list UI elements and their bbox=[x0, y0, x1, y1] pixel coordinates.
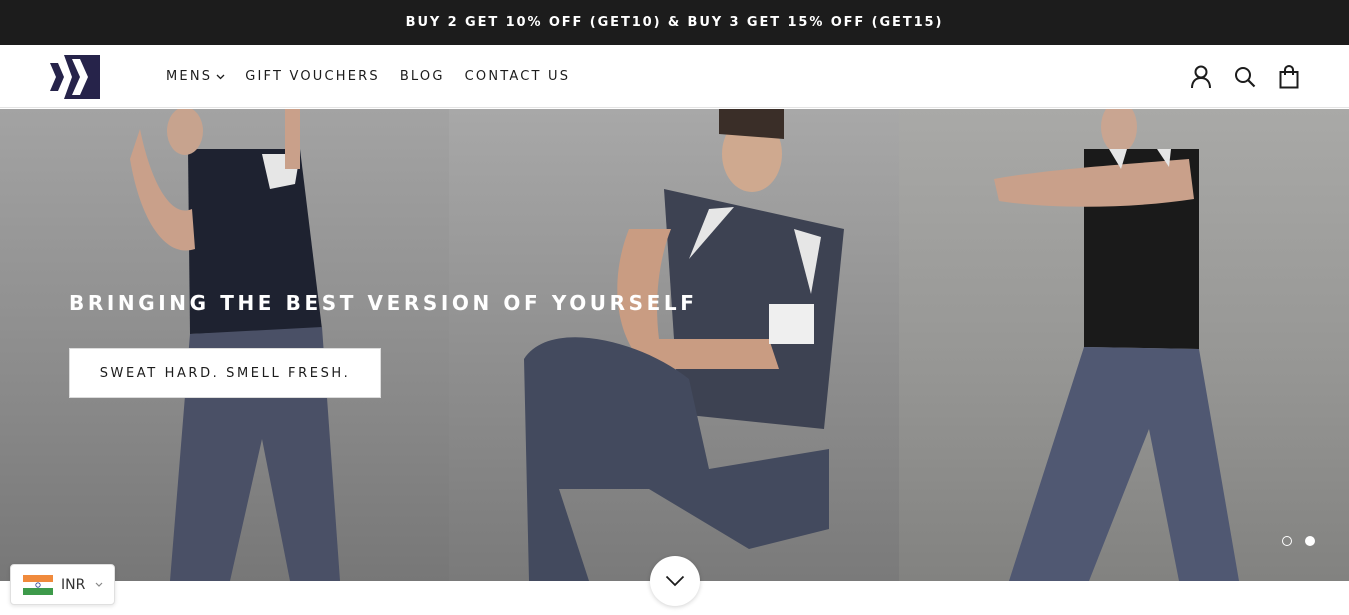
nav-item-label: GIFT VOUCHERS bbox=[245, 69, 380, 84]
announcement-bar: BUY 2 GET 10% OFF (GET10) & BUY 3 GET 15… bbox=[0, 0, 1349, 45]
chevron-down-icon bbox=[665, 575, 685, 587]
nav-item-label: CONTACT US bbox=[464, 69, 571, 84]
cart-icon[interactable] bbox=[1277, 64, 1301, 89]
currency-selector[interactable]: INR bbox=[10, 564, 115, 605]
hero-cta-button[interactable]: SWEAT HARD. SMELL FRESH. bbox=[69, 348, 381, 398]
account-icon[interactable] bbox=[1189, 65, 1213, 89]
hero-heading: BRINGING THE BEST VERSION OF YOURSELF bbox=[69, 291, 698, 315]
announcement-text: BUY 2 GET 10% OFF (GET10) & BUY 3 GET 15… bbox=[405, 15, 944, 30]
hero-image-panel bbox=[0, 109, 449, 581]
chevron-down-icon bbox=[95, 582, 103, 587]
nav-item-mens[interactable]: MENS bbox=[166, 69, 225, 84]
scroll-down-button[interactable] bbox=[650, 556, 700, 606]
search-icon[interactable] bbox=[1233, 65, 1257, 89]
slide-dot-1[interactable] bbox=[1282, 536, 1292, 546]
chevron-down-icon bbox=[216, 74, 225, 79]
hero-image-panel bbox=[899, 109, 1349, 581]
hero-slideshow: BRINGING THE BEST VERSION OF YOURSELF SW… bbox=[0, 109, 1349, 581]
nav-item-blog[interactable]: BLOG bbox=[400, 69, 445, 84]
slideshow-dots bbox=[1269, 536, 1315, 546]
main-nav: MENS GIFT VOUCHERS BLOG CONTACT US bbox=[166, 45, 590, 108]
india-flag-icon bbox=[23, 574, 53, 595]
nav-item-gift-vouchers[interactable]: GIFT VOUCHERS bbox=[245, 69, 380, 84]
currency-code: INR bbox=[61, 576, 86, 593]
header-actions bbox=[1169, 45, 1301, 108]
nav-item-label: BLOG bbox=[399, 69, 445, 84]
site-header: MENS GIFT VOUCHERS BLOG CONTACT US bbox=[0, 45, 1349, 108]
nav-item-label: MENS bbox=[166, 69, 213, 84]
nav-item-contact-us[interactable]: CONTACT US bbox=[465, 69, 571, 84]
brand-logo-icon[interactable] bbox=[50, 55, 100, 99]
slide-dot-2[interactable] bbox=[1305, 536, 1315, 546]
hero-image-panel bbox=[449, 109, 899, 581]
